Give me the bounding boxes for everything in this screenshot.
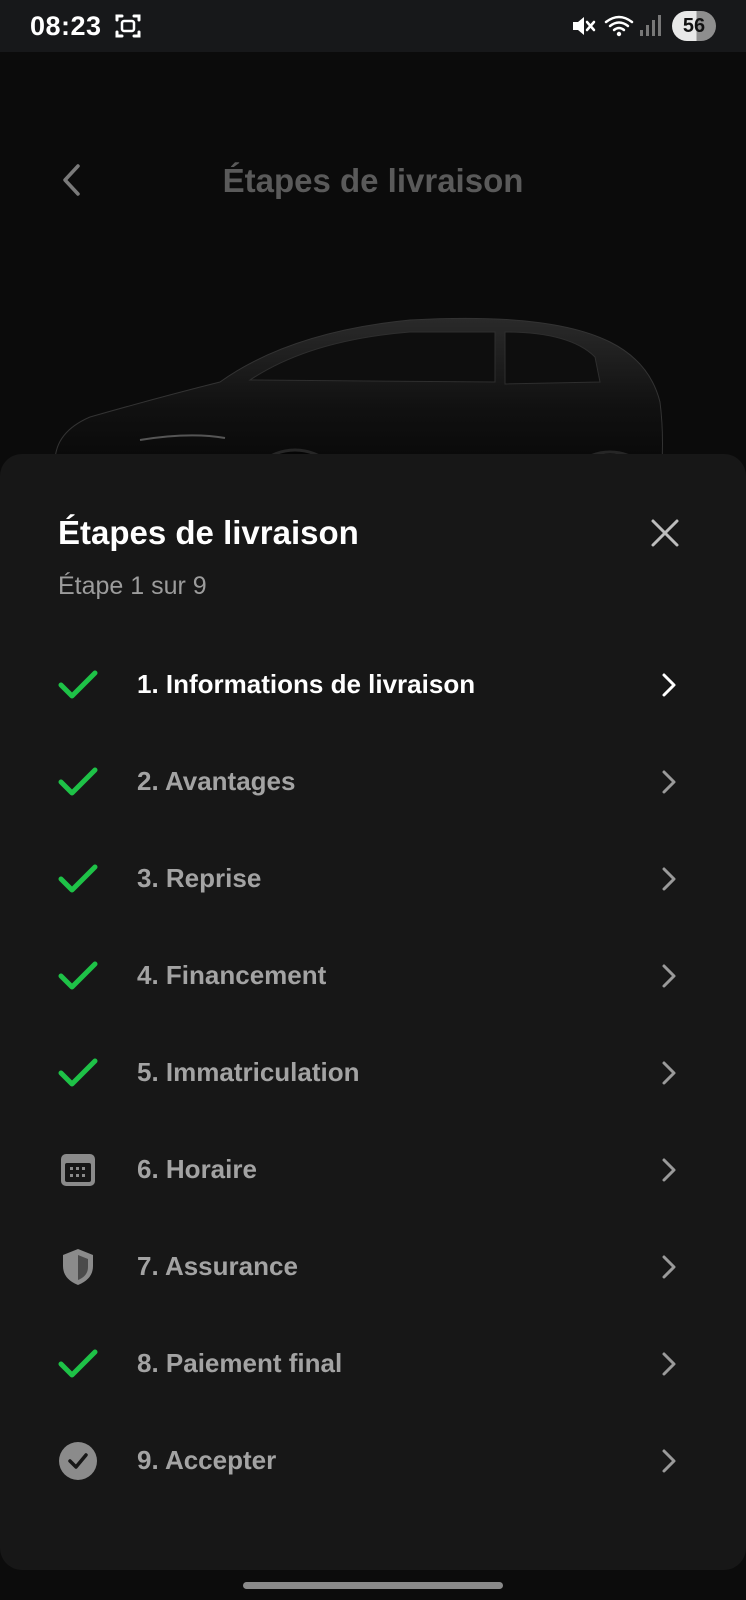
- step-item-paiement-final[interactable]: 8. Paiement final: [0, 1315, 746, 1412]
- step-item-informations-de-livraison[interactable]: 1. Informations de livraison: [0, 636, 746, 733]
- signal-icon: [638, 13, 664, 39]
- chevron-right-icon: [660, 672, 678, 698]
- step-label: 8. Paiement final: [137, 1348, 343, 1378]
- check-icon: [58, 665, 98, 705]
- check-icon: [58, 762, 98, 802]
- mute-icon: [570, 13, 596, 39]
- step-label: 1. Informations de livraison: [137, 669, 476, 699]
- status-icons: 56: [570, 11, 716, 41]
- step-label: 2. Avantages: [137, 766, 296, 796]
- screen: 08:23 56 Étapes de livraison Étapes de l…: [0, 0, 746, 1600]
- step-label: 4. Financement: [137, 960, 327, 990]
- status-bar: 08:23 56: [0, 0, 746, 52]
- close-icon: [650, 518, 680, 553]
- step-item-horaire[interactable]: 6. Horaire: [0, 1121, 746, 1218]
- screen-record-icon: [114, 12, 142, 40]
- check-icon: [58, 1344, 98, 1384]
- step-item-accepter[interactable]: 9. Accepter: [0, 1412, 746, 1509]
- check-icon: [58, 956, 98, 996]
- page-title: Étapes de livraison: [222, 162, 524, 199]
- battery-indicator: 56: [672, 11, 716, 41]
- check-icon: [58, 1053, 98, 1093]
- sheet-title: Étapes de livraison: [58, 514, 359, 551]
- check-circle-icon: [58, 1441, 98, 1481]
- step-item-assurance[interactable]: 7. Assurance: [0, 1218, 746, 1315]
- chevron-right-icon: [660, 963, 678, 989]
- calendar-icon: [58, 1150, 98, 1190]
- chevron-right-icon: [660, 769, 678, 795]
- step-item-immatriculation[interactable]: 5. Immatriculation: [0, 1024, 746, 1121]
- step-item-reprise[interactable]: 3. Reprise: [0, 830, 746, 927]
- chevron-right-icon: [660, 1060, 678, 1086]
- status-time: 08:23: [30, 10, 102, 41]
- step-item-financement[interactable]: 4. Financement: [0, 927, 746, 1024]
- close-button[interactable]: [640, 510, 690, 560]
- chevron-right-icon: [660, 1448, 678, 1474]
- home-indicator[interactable]: [243, 1582, 503, 1589]
- step-item-avantages[interactable]: 2. Avantages: [0, 733, 746, 830]
- step-label: 5. Immatriculation: [137, 1057, 360, 1087]
- step-label: 6. Horaire: [137, 1154, 257, 1184]
- delivery-steps-sheet: Étapes de livraison Étape 1 sur 9 1. Inf…: [0, 454, 746, 1570]
- chevron-right-icon: [660, 1351, 678, 1377]
- chevron-right-icon: [660, 1157, 678, 1183]
- step-progress-text: Étape 1 sur 9: [58, 572, 207, 600]
- chevron-right-icon: [660, 866, 678, 892]
- step-label: 3. Reprise: [137, 863, 262, 893]
- chevron-right-icon: [660, 1254, 678, 1280]
- page-header-area: Étapes de livraison: [0, 52, 746, 512]
- check-icon: [58, 859, 98, 899]
- shield-icon: [58, 1247, 98, 1287]
- steps-list: 1. Informations de livraison 2. Avantage…: [0, 636, 746, 1509]
- step-label: 7. Assurance: [137, 1251, 298, 1281]
- step-label: 9. Accepter: [137, 1445, 277, 1475]
- wifi-icon: [604, 13, 634, 39]
